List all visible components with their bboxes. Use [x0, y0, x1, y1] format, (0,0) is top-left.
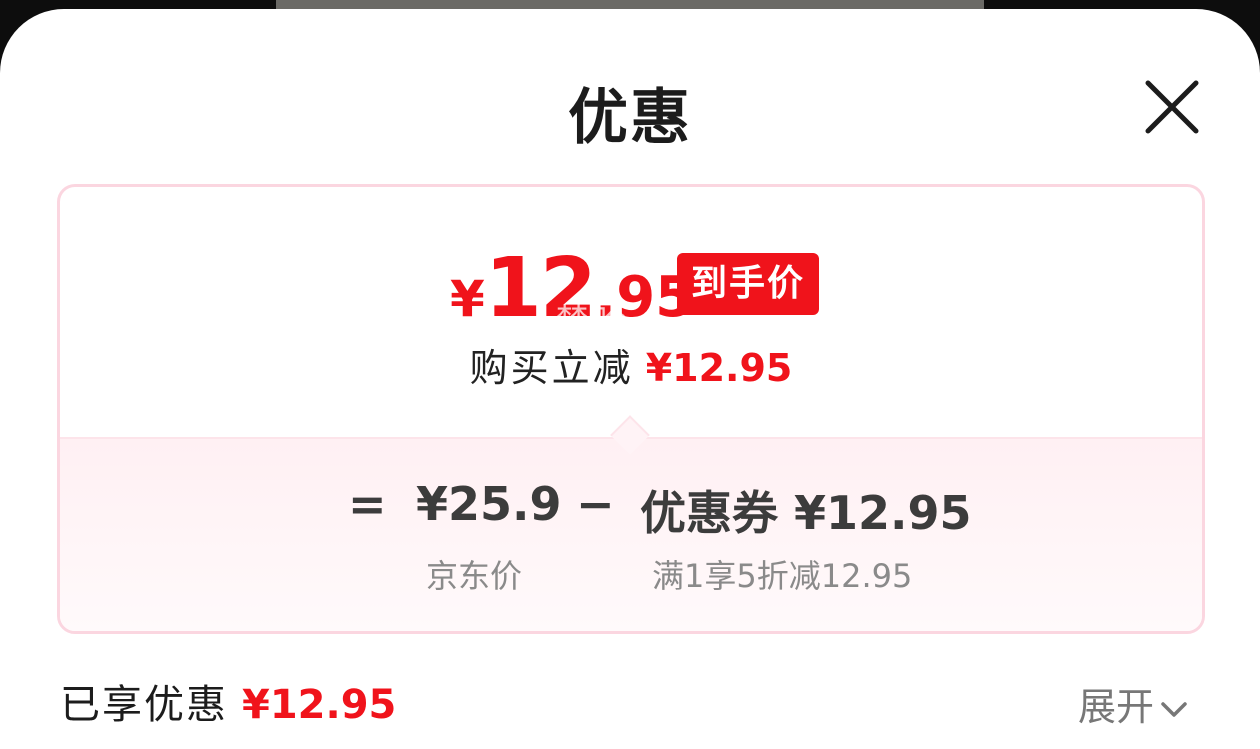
breakdown-section	[60, 437, 1202, 631]
watermark-text: 梦哈	[556, 301, 633, 339]
coupon-rule: 满1享5折减12.95	[652, 557, 913, 595]
instant-reduction-amount: ¥12.95	[645, 346, 793, 390]
instant-reduction-label: 购买立减	[469, 346, 634, 390]
formula-minus: −	[576, 477, 615, 531]
enjoyed-discount-label: 已享优惠	[60, 682, 228, 728]
close-button[interactable]	[1140, 75, 1204, 139]
enjoyed-discount-amount: ¥12.95	[242, 682, 397, 728]
formula-equals: =	[348, 477, 387, 531]
final-price-currency: ¥	[450, 270, 485, 328]
price-breakdown-card: ¥12.95 梦哈 到手价 购买立减 ¥12.95 = ¥25.9 − 优惠券 ¥…	[57, 184, 1205, 634]
base-price-label: 京东价	[426, 557, 523, 595]
enjoyed-discount-row: 已享优惠 ¥12.95	[60, 672, 396, 730]
chevron-down-icon	[1161, 701, 1187, 717]
instant-reduction: 购买立减 ¥12.95	[60, 337, 1202, 392]
close-icon	[1145, 80, 1199, 134]
expand-button[interactable]: 展开	[1078, 676, 1188, 731]
expand-label: 展开	[1078, 685, 1155, 729]
final-price-badge: 到手价	[677, 253, 819, 315]
formula-coupon: 优惠券 ¥12.95	[640, 486, 972, 540]
sheet-title: 优惠	[568, 83, 692, 153]
formula-base-price: ¥25.9	[416, 477, 562, 531]
